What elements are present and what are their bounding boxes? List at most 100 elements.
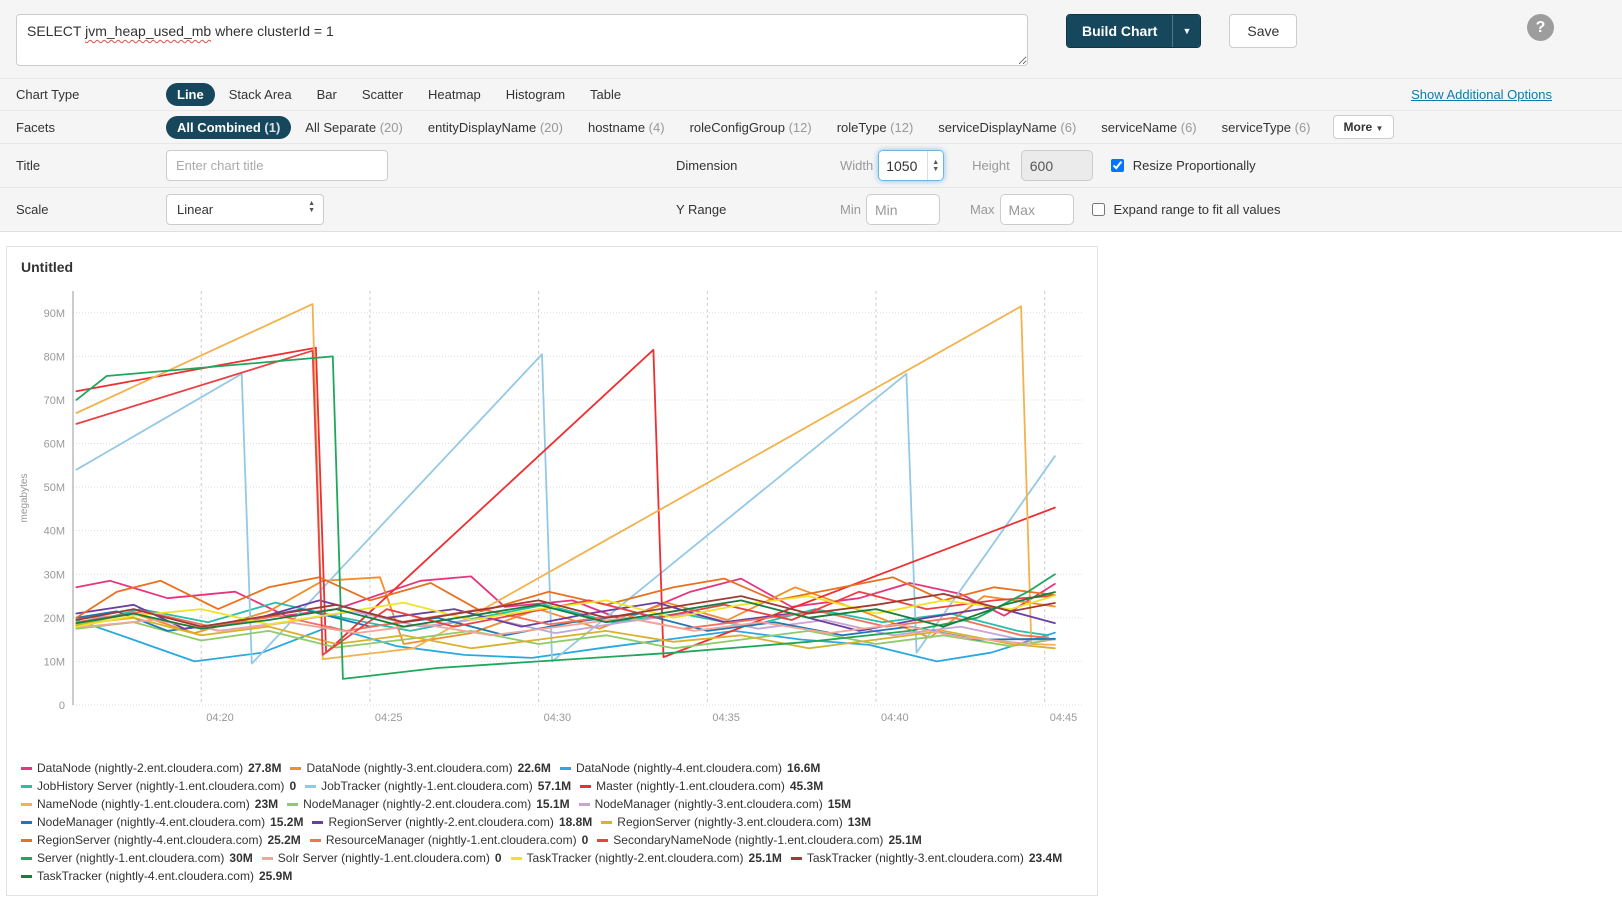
scale-select[interactable]: Linear ▲▼ — [166, 194, 324, 225]
chart-type-option-table[interactable]: Table — [579, 83, 632, 106]
width-decrement-button[interactable]: ▼ — [932, 166, 939, 173]
legend-series-value: 25.1M — [749, 851, 782, 866]
facet-count: (4) — [649, 120, 665, 135]
build-chart-split-button: Build Chart ▼ — [1066, 14, 1201, 48]
facet-option-entitydisplayname[interactable]: entityDisplayName (20) — [417, 116, 574, 139]
legend-item: JobTracker (nightly-1.ent.cloudera.com) 5… — [305, 779, 571, 794]
y-tick-label: 20M — [43, 613, 64, 625]
y-tick-label: 80M — [43, 351, 64, 363]
series-color-marker — [305, 785, 316, 788]
chart-type-option-line[interactable]: Line — [166, 83, 215, 106]
chart-type-option-scatter[interactable]: Scatter — [351, 83, 414, 106]
y-tick-label: 40M — [43, 526, 64, 538]
scale-yrange-row: Scale Linear ▲▼ Y Range Min Max Expand r… — [0, 187, 1622, 231]
x-tick-label: 04:40 — [881, 712, 909, 724]
legend-series-value: 22.6M — [518, 761, 551, 776]
y-tick-label: 90M — [43, 308, 64, 320]
legend-series-value: 18.8M — [559, 815, 592, 830]
legend-series-value: 25.2M — [267, 833, 300, 848]
facet-option-roleconfiggroup[interactable]: roleConfigGroup (12) — [679, 116, 823, 139]
legend-series-value: 0 — [495, 851, 502, 866]
chart-title-input[interactable] — [166, 150, 388, 181]
legend-item: RegionServer (nightly-3.ent.cloudera.com… — [601, 815, 871, 830]
series-color-marker — [21, 839, 32, 842]
expand-range-checkbox[interactable] — [1092, 203, 1105, 216]
y-tick-label: 10M — [43, 656, 64, 668]
legend-series-name: NodeManager (nightly-3.ent.cloudera.com) — [595, 797, 823, 812]
chevron-down-icon: ▼ — [1376, 124, 1384, 133]
facet-option-all-combined[interactable]: All Combined (1) — [166, 116, 291, 139]
y-tick-label: 0 — [58, 700, 64, 712]
facets-more-button[interactable]: More ▼ — [1333, 115, 1395, 139]
query-text-suffix: where clusterId = 1 — [211, 23, 334, 39]
y-min-input[interactable] — [866, 194, 940, 225]
facets-label: Facets — [16, 120, 166, 135]
width-increment-button[interactable]: ▲ — [932, 159, 939, 166]
help-icon[interactable]: ? — [1527, 14, 1554, 41]
chart-preview-title: Untitled — [7, 247, 1097, 277]
chart-type-option-histogram[interactable]: Histogram — [495, 83, 576, 106]
legend-series-name: JobHistory Server (nightly-1.ent.clouder… — [37, 779, 284, 794]
facet-option-all-separate[interactable]: All Separate (20) — [294, 116, 414, 139]
show-additional-options-link[interactable]: Show Additional Options — [1411, 87, 1552, 102]
facet-count: (6) — [1060, 120, 1076, 135]
width-input[interactable] — [879, 151, 927, 180]
resize-proportionally-checkbox[interactable] — [1111, 159, 1124, 172]
save-button[interactable]: Save — [1229, 14, 1297, 48]
legend-series-name: NameNode (nightly-1.ent.cloudera.com) — [37, 797, 250, 812]
facet-count: (20) — [540, 120, 563, 135]
legend-item: TaskTracker (nightly-3.ent.cloudera.com)… — [791, 851, 1062, 866]
chart-type-option-heatmap[interactable]: Heatmap — [417, 83, 492, 106]
series-color-marker — [21, 857, 32, 860]
chart-type-option-bar[interactable]: Bar — [306, 83, 348, 106]
legend-series-value: 15M — [828, 797, 851, 812]
x-tick-label: 04:20 — [206, 712, 234, 724]
series-color-marker — [579, 803, 590, 806]
legend-series-value: 15.2M — [270, 815, 303, 830]
x-tick-label: 04:45 — [1049, 712, 1077, 724]
y-tick-label: 50M — [43, 482, 64, 494]
facet-count: (6) — [1295, 120, 1311, 135]
y-max-label: Max — [970, 202, 995, 217]
legend-item: RegionServer (nightly-4.ent.cloudera.com… — [21, 833, 301, 848]
legend-series-value: 25.1M — [888, 833, 921, 848]
facet-option-hostname[interactable]: hostname (4) — [577, 116, 676, 139]
legend-series-name: DataNode (nightly-3.ent.cloudera.com) — [306, 761, 512, 776]
build-chart-dropdown-button[interactable]: ▼ — [1172, 15, 1200, 47]
facet-count: (12) — [890, 120, 913, 135]
legend-series-name: Solr Server (nightly-1.ent.cloudera.com) — [278, 851, 490, 866]
legend-item: DataNode (nightly-3.ent.cloudera.com) 22.… — [290, 761, 550, 776]
series-color-marker — [511, 857, 522, 860]
chart-builder-page: SELECT jvm_heap_used_mb where clusterId … — [0, 0, 1622, 906]
legend-series-name: TaskTracker (nightly-4.ent.cloudera.com) — [37, 869, 254, 884]
chart-type-option-stack-area[interactable]: Stack Area — [218, 83, 303, 106]
legend-series-name: DataNode (nightly-2.ent.cloudera.com) — [37, 761, 243, 776]
series-color-marker — [560, 767, 571, 770]
legend-item: TaskTracker (nightly-4.ent.cloudera.com)… — [21, 869, 292, 884]
legend-series-name: RegionServer (nightly-3.ent.cloudera.com… — [617, 815, 842, 830]
series-color-marker — [791, 857, 802, 860]
legend-series-name: Server (nightly-1.ent.cloudera.com) — [37, 851, 224, 866]
series-color-marker — [601, 821, 612, 824]
tsquery-input[interactable]: SELECT jvm_heap_used_mb where clusterId … — [16, 14, 1028, 66]
facet-option-servicename[interactable]: serviceName (6) — [1090, 116, 1207, 139]
legend-series-value: 57.1M — [538, 779, 571, 794]
series-color-marker — [21, 875, 32, 878]
config-section: SELECT jvm_heap_used_mb where clusterId … — [0, 0, 1622, 232]
facet-option-servicedisplayname[interactable]: serviceDisplayName (6) — [927, 116, 1087, 139]
series-color-marker — [21, 767, 32, 770]
legend-item: SecondaryNameNode (nightly-1.ent.clouder… — [597, 833, 922, 848]
legend-series-name: JobTracker (nightly-1.ent.cloudera.com) — [321, 779, 533, 794]
facet-option-roletype[interactable]: roleType (12) — [826, 116, 925, 139]
legend-series-value: 13M — [848, 815, 871, 830]
build-chart-button[interactable]: Build Chart — [1067, 15, 1172, 47]
y-max-input[interactable] — [1000, 194, 1074, 225]
chart-type-label: Chart Type — [16, 87, 166, 102]
y-tick-label: 30M — [43, 569, 64, 581]
height-label: Height — [972, 158, 1010, 173]
facet-option-servicetype[interactable]: serviceType (6) — [1211, 116, 1322, 139]
legend-item: NodeManager (nightly-2.ent.cloudera.com)… — [287, 797, 569, 812]
series-color-marker — [597, 839, 608, 842]
legend-item: NodeManager (nightly-3.ent.cloudera.com)… — [579, 797, 851, 812]
series-color-marker — [21, 785, 32, 788]
